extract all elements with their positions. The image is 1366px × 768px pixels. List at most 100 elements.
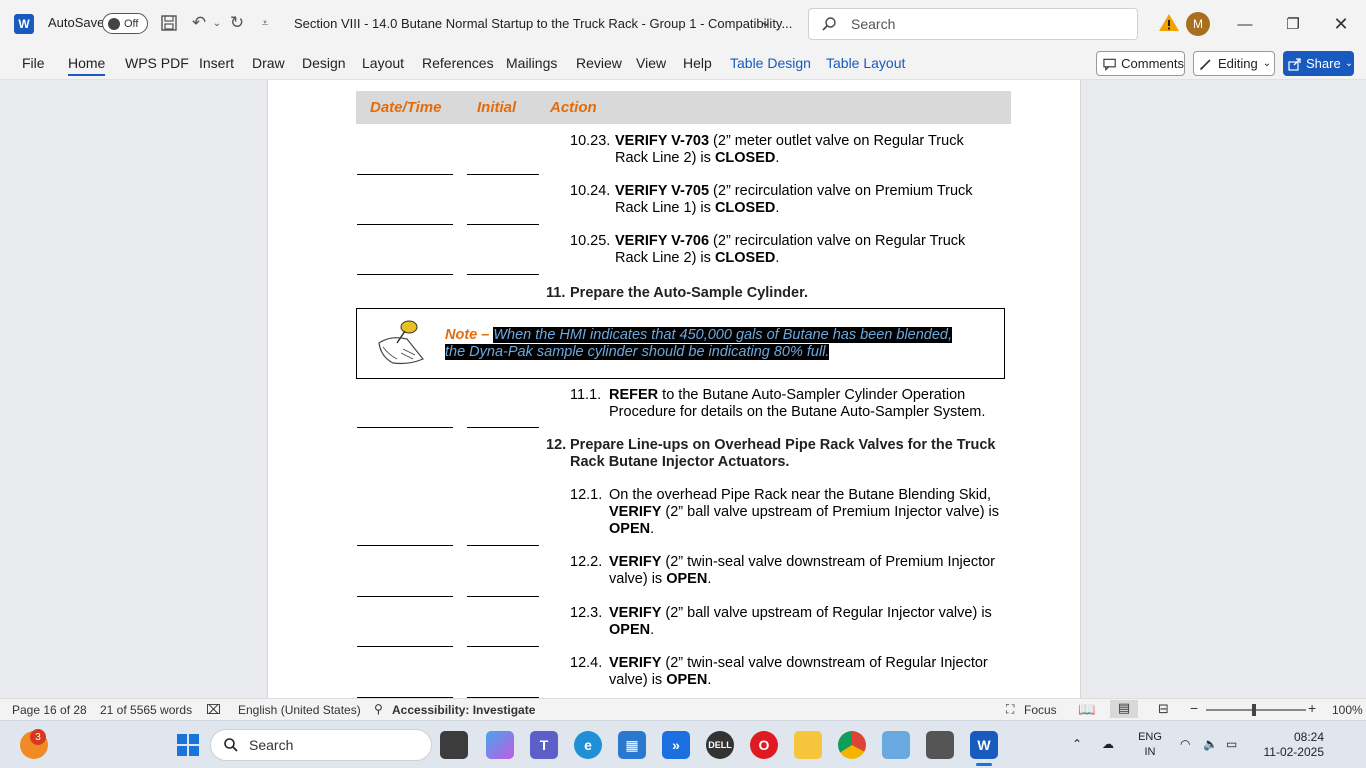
- zoom-in-icon[interactable]: +: [1308, 700, 1316, 716]
- search-icon: [224, 738, 238, 752]
- warning-icon[interactable]: [1158, 12, 1180, 34]
- step-text: VERIFY V-705 (2” recirculation valve on …: [615, 183, 973, 216]
- autosave-toggle[interactable]: Off: [102, 13, 148, 34]
- datetime-signature-line[interactable]: [357, 174, 453, 175]
- word-count[interactable]: 21 of 5565 words: [100, 703, 192, 717]
- tab-layout[interactable]: Layout: [362, 55, 404, 71]
- minimize-icon[interactable]: —: [1230, 10, 1260, 38]
- photos-icon[interactable]: [882, 731, 910, 759]
- chevron-down-icon: ⌄: [1344, 58, 1354, 69]
- share-button[interactable]: Share ⌄: [1283, 51, 1354, 76]
- focus-button[interactable]: Focus: [1024, 703, 1057, 717]
- selected-note-text[interactable]: When the HMI indicates that 450,000 gals…: [445, 327, 953, 360]
- section-number: 11.: [546, 285, 566, 301]
- tab-table-design[interactable]: Table Design: [730, 55, 811, 71]
- copilot-icon[interactable]: [486, 731, 514, 759]
- start-icon[interactable]: [174, 731, 202, 759]
- initial-signature-line[interactable]: [467, 224, 539, 225]
- comments-button[interactable]: Comments: [1096, 51, 1185, 76]
- battery-icon[interactable]: ▭: [1226, 737, 1237, 751]
- tab-home[interactable]: Home: [68, 55, 106, 76]
- proofing-icon[interactable]: ⌧: [206, 702, 221, 718]
- datetime-signature-line[interactable]: [357, 545, 453, 546]
- step-text: On the overhead Pipe Rack near the Butan…: [609, 487, 1000, 537]
- teams-icon[interactable]: T: [530, 731, 558, 759]
- document-title[interactable]: Section VIII - 14.0 Butane Normal Startu…: [294, 16, 792, 31]
- tab-help[interactable]: Help: [683, 55, 712, 71]
- zoom-level[interactable]: 100%: [1332, 703, 1363, 717]
- redo-icon[interactable]: ↻: [226, 12, 248, 34]
- taskbar: 3 Search T e ▦ » DELL O W ⌃ ☁ ENG IN ◠ 🔈 …: [0, 720, 1366, 768]
- datetime-signature-line[interactable]: [357, 427, 453, 428]
- search-icon: [822, 17, 836, 31]
- initial-signature-line[interactable]: [467, 545, 539, 546]
- step-text: VERIFY (2” twin-seal valve downstream of…: [609, 554, 995, 587]
- tab-table-layout[interactable]: Table Layout: [826, 55, 905, 71]
- status-bar: Page 16 of 28 21 of 5565 words ⌧ English…: [0, 698, 1366, 720]
- datetime-signature-line[interactable]: [357, 274, 453, 275]
- opera-icon[interactable]: O: [750, 731, 778, 759]
- column-header-initial: Initial: [477, 99, 517, 116]
- initial-signature-line[interactable]: [467, 596, 539, 597]
- task-view-icon[interactable]: [440, 731, 468, 759]
- wifi-icon[interactable]: ◠: [1180, 737, 1190, 751]
- note-text[interactable]: Note – When the HMI indicates that 450,0…: [445, 327, 975, 361]
- close-icon[interactable]: ✕: [1326, 10, 1356, 38]
- tab-insert[interactable]: Insert: [199, 55, 234, 71]
- section-number: 12.: [546, 437, 567, 453]
- input-language[interactable]: ENG IN: [1136, 730, 1164, 760]
- datetime-signature-line[interactable]: [357, 596, 453, 597]
- search-input[interactable]: Search: [808, 8, 1138, 40]
- datetime-signature-line[interactable]: [357, 224, 453, 225]
- autosave-label: AutoSave: [48, 15, 105, 30]
- remote-desktop-icon[interactable]: [926, 731, 954, 759]
- store-icon[interactable]: ▦: [618, 731, 646, 759]
- save-icon[interactable]: [158, 12, 180, 34]
- restore-icon[interactable]: ❐: [1278, 10, 1308, 38]
- zoom-out-icon[interactable]: −: [1190, 700, 1198, 716]
- step-text: REFER to the Butane Auto-Sampler Cylinde…: [609, 387, 986, 420]
- web-layout-icon[interactable]: ⊟: [1158, 701, 1169, 717]
- tab-references[interactable]: References: [422, 55, 494, 71]
- show-hidden-icons[interactable]: ⌃: [1072, 737, 1082, 751]
- document-page[interactable]: Date/Time Initial Action 10.23. VERIFY V…: [267, 80, 1081, 698]
- tab-review[interactable]: Review: [576, 55, 622, 71]
- tab-draw[interactable]: Draw: [252, 55, 285, 71]
- tab-mailings[interactable]: Mailings: [506, 55, 557, 71]
- tab-wps-pdf[interactable]: WPS PDF: [125, 55, 189, 71]
- chevron-down-icon[interactable]: ⌄: [760, 13, 772, 30]
- tab-design[interactable]: Design: [302, 55, 346, 71]
- volume-icon[interactable]: 🔈: [1203, 737, 1218, 751]
- accessibility-status[interactable]: Accessibility: Investigate: [392, 703, 535, 717]
- zoom-slider-thumb[interactable]: [1252, 704, 1256, 716]
- chrome-icon[interactable]: [838, 731, 866, 759]
- datetime-signature-line[interactable]: [357, 646, 453, 647]
- document-canvas[interactable]: Date/Time Initial Action 10.23. VERIFY V…: [0, 80, 1366, 698]
- read-mode-icon[interactable]: 📖: [1078, 701, 1095, 718]
- avatar[interactable]: M: [1186, 12, 1210, 36]
- pencil-icon: [1200, 58, 1211, 70]
- tab-file[interactable]: File: [22, 55, 45, 71]
- editing-mode-button[interactable]: Editing ⌄: [1193, 51, 1275, 76]
- step-number: 12.4.: [570, 655, 603, 671]
- initial-signature-line[interactable]: [467, 646, 539, 647]
- word-taskbar-icon[interactable]: W: [970, 731, 998, 759]
- edge-icon[interactable]: e: [574, 731, 602, 759]
- system-clock[interactable]: 08:24 11-02-2025: [1258, 730, 1325, 760]
- undo-dropdown-icon[interactable]: ⌄: [206, 12, 228, 34]
- initial-signature-line[interactable]: [467, 427, 539, 428]
- cloud-sync-icon[interactable]: ☁: [1102, 737, 1114, 751]
- page-count[interactable]: Page 16 of 28: [12, 703, 87, 717]
- language-status[interactable]: English (United States): [238, 703, 361, 717]
- initial-signature-line[interactable]: [467, 174, 539, 175]
- zoom-slider[interactable]: [1206, 709, 1306, 711]
- taskbar-search[interactable]: Search: [210, 729, 432, 761]
- customize-toolbar-icon[interactable]: ⩡: [254, 12, 276, 34]
- file-explorer-icon[interactable]: [794, 731, 822, 759]
- autosave-state: Off: [124, 17, 139, 30]
- dell-icon[interactable]: DELL: [706, 731, 734, 759]
- initial-signature-line[interactable]: [467, 274, 539, 275]
- tab-view[interactable]: View: [636, 55, 666, 71]
- powerautomate-icon[interactable]: »: [662, 731, 690, 759]
- print-layout-icon[interactable]: ▤: [1110, 700, 1138, 718]
